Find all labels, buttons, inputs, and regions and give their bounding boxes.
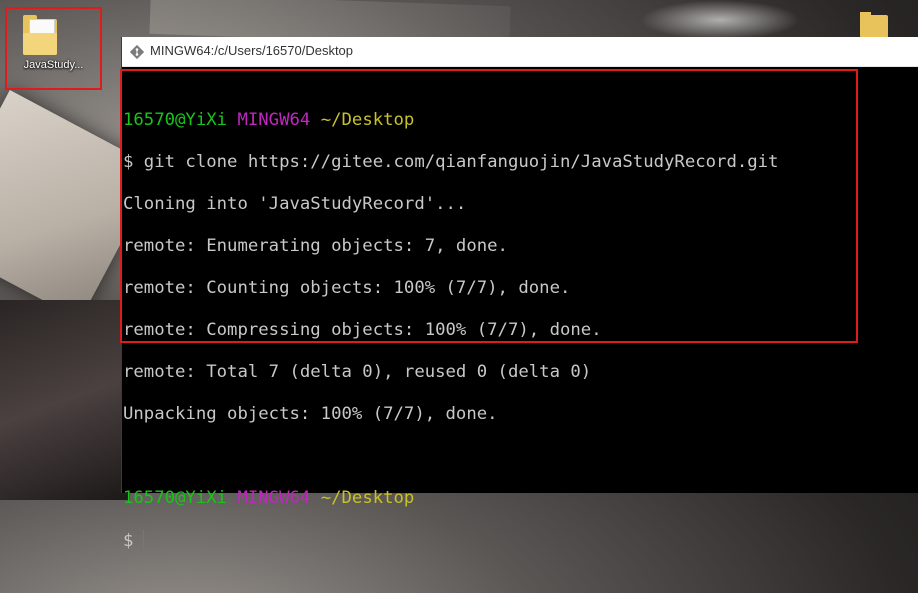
terminal-content[interactable]: 16570@YiXi MINGW64 ~/Desktop $ git clone… <box>122 69 918 551</box>
output-line: remote: Counting objects: 100% (7/7), do… <box>123 278 571 298</box>
prompt-path: ~/Desktop <box>320 488 415 508</box>
git-icon <box>130 45 144 59</box>
title-bar[interactable]: MINGW64:/c/Users/16570/Desktop <box>122 37 918 67</box>
wallpaper-highlight <box>640 0 800 40</box>
folder-icon[interactable] <box>860 12 888 38</box>
prompt-line: 16570@YiXi MINGW64 ~/Desktop <box>123 110 918 131</box>
output-line: remote: Total 7 (delta 0), reused 0 (del… <box>123 362 592 382</box>
wallpaper-shadow <box>0 300 130 500</box>
input-line[interactable]: $ <box>123 530 918 551</box>
output-line: Unpacking objects: 100% (7/7), done. <box>123 404 498 424</box>
output-line: remote: Compressing objects: 100% (7/7),… <box>123 320 602 340</box>
prompt-line: 16570@YiXi MINGW64 ~/Desktop <box>123 488 918 509</box>
desktop-icon-javastudyrecord[interactable]: JavaStudy... <box>5 7 102 90</box>
output-line: Cloning into 'JavaStudyRecord'... <box>123 194 467 214</box>
text-cursor <box>143 530 145 549</box>
prompt-host: MINGW64 <box>237 488 311 508</box>
prompt-user: 16570@YiXi <box>123 488 228 508</box>
command-line: $ git clone https://gitee.com/qianfanguo… <box>123 152 779 172</box>
window-title: MINGW64:/c/Users/16570/Desktop <box>150 43 354 58</box>
folder-icon <box>23 15 57 55</box>
terminal-window[interactable]: MINGW64:/c/Users/16570/Desktop 16570@YiX… <box>121 37 918 551</box>
input-prompt: $ <box>123 531 134 551</box>
prompt-user: 16570@YiXi <box>123 110 228 130</box>
prompt-host: MINGW64 <box>237 110 311 130</box>
prompt-path: ~/Desktop <box>320 110 415 130</box>
desktop-icon-label: JavaStudy... <box>23 59 84 71</box>
output-line: remote: Enumerating objects: 7, done. <box>123 236 508 256</box>
